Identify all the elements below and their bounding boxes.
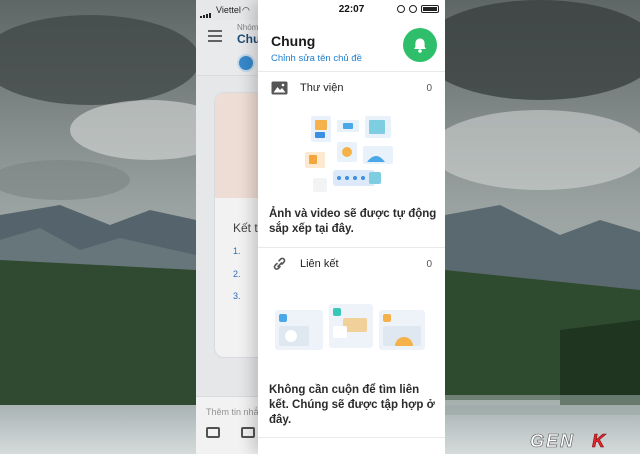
location-icon [397,5,405,13]
svg-text:GEN: GEN [530,431,575,451]
bell-icon [414,38,426,53]
divider [258,437,445,438]
links-empty-message: Không cần cuộn để tìm liên kết. Chúng sẽ… [269,384,435,426]
gallery-label: Thư viện [300,82,344,94]
links-count: 0 [426,259,432,270]
phone-screen: Viettel ◠ Nhóm Chu Kết t 1. 2. 3. Thêm t… [196,0,445,454]
links-label: Liên kết [300,258,339,270]
gallery-empty-illustration [305,116,393,192]
svg-text:K: K [592,431,607,451]
links-empty-illustration [275,304,425,350]
topic-drawer: 22:07 Chung Chỉnh sửa tên chủ đề Thư việ… [258,0,445,454]
gallery-empty-message: Ảnh và video sẽ được tự động sắp xếp tại… [269,208,437,235]
notification-button[interactable] [403,28,437,62]
image-icon [271,81,288,95]
battery-icon [421,5,439,13]
alarm-icon [409,5,417,13]
edit-topic-name-link[interactable]: Chỉnh sửa tên chủ đề [271,53,362,64]
status-icons [397,5,439,13]
divider [258,71,445,72]
topic-title: Chung [271,33,316,49]
divider [258,247,445,248]
gallery-count: 0 [426,83,432,94]
link-icon [273,257,286,270]
genk-watermark-logo: GEN K [530,431,607,452]
status-bar: 22:07 [258,0,445,20]
